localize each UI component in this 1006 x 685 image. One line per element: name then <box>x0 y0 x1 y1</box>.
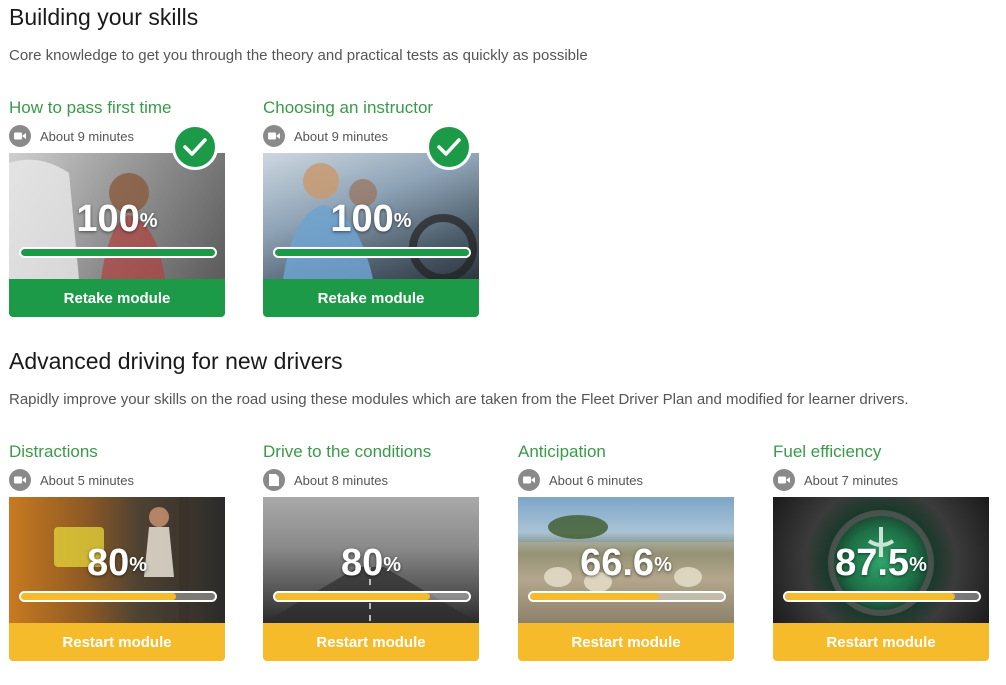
duration-text: About 5 minutes <box>40 472 134 488</box>
progress-bar <box>528 591 726 602</box>
module-duration: About 5 minutes <box>9 469 225 491</box>
module-duration: About 8 minutes <box>263 469 479 491</box>
module-card-how-to-pass: How to pass first time About 9 minutes 1… <box>9 97 225 317</box>
video-icon <box>9 125 31 147</box>
progress-bar-fill <box>785 593 955 600</box>
progress-bar <box>19 591 217 602</box>
restart-module-button[interactable]: Restart module <box>9 623 225 661</box>
video-icon <box>773 469 795 491</box>
module-thumbnail[interactable]: 80% <box>9 497 225 623</box>
progress-percent: 66.6% <box>580 542 672 584</box>
module-thumbnail[interactable]: 80% <box>263 497 479 623</box>
section-title-building-skills: Building your skills <box>9 4 199 30</box>
module-duration: About 6 minutes <box>518 469 734 491</box>
module-card-distractions: Distractions About 5 minutes 80% Restart… <box>9 441 225 661</box>
module-card-fuel-efficiency: Fuel efficiency About 7 minutes 87.5% Re… <box>773 441 989 661</box>
progress-bar <box>783 591 981 602</box>
module-title[interactable]: Fuel efficiency <box>773 441 989 463</box>
video-icon <box>9 469 31 491</box>
video-icon <box>518 469 540 491</box>
module-title[interactable]: Drive to the conditions <box>263 441 479 463</box>
restart-module-button[interactable]: Restart module <box>518 623 734 661</box>
module-card-drive-to-conditions: Drive to the conditions About 8 minutes … <box>263 441 479 661</box>
module-thumbnail[interactable]: 66.6% <box>518 497 734 623</box>
module-title[interactable]: Anticipation <box>518 441 734 463</box>
progress-bar <box>273 247 471 258</box>
section-title-advanced-driving: Advanced driving for new drivers <box>9 348 343 374</box>
progress-percent: 100% <box>330 198 412 240</box>
duration-text: About 6 minutes <box>549 472 643 488</box>
progress-bar-fill <box>275 593 431 600</box>
progress-percent: 100% <box>76 198 158 240</box>
progress-percent: 80% <box>340 542 402 584</box>
module-thumbnail[interactable]: 100% <box>9 153 225 279</box>
progress-bar-fill <box>21 249 215 256</box>
section-description-advanced-driving: Rapidly improve your skills on the road … <box>9 391 909 408</box>
module-duration: About 7 minutes <box>773 469 989 491</box>
module-title[interactable]: How to pass first time <box>9 97 225 119</box>
module-thumbnail[interactable]: 87.5% <box>773 497 989 623</box>
progress-bar <box>273 591 471 602</box>
duration-text: About 9 minutes <box>40 128 134 144</box>
retake-module-button[interactable]: Retake module <box>9 279 225 317</box>
progress-bar-fill <box>21 593 177 600</box>
module-thumbnail[interactable]: 100% <box>263 153 479 279</box>
module-title[interactable]: Distractions <box>9 441 225 463</box>
duration-text: About 8 minutes <box>294 472 388 488</box>
retake-module-button[interactable]: Retake module <box>263 279 479 317</box>
completed-check-icon <box>172 124 218 170</box>
completed-check-icon <box>426 124 472 170</box>
restart-module-button[interactable]: Restart module <box>263 623 479 661</box>
progress-bar <box>19 247 217 258</box>
progress-bar-fill <box>530 593 660 600</box>
progress-percent: 80% <box>86 542 148 584</box>
progress-percent: 87.5% <box>835 542 927 584</box>
progress-bar-fill <box>275 249 469 256</box>
document-icon <box>263 469 285 491</box>
restart-module-button[interactable]: Restart module <box>773 623 989 661</box>
section-description-building-skills: Core knowledge to get you through the th… <box>9 47 588 64</box>
video-icon <box>263 125 285 147</box>
module-card-anticipation: Anticipation About 6 minutes 66.6% Resta… <box>518 441 734 661</box>
duration-text: About 9 minutes <box>294 128 388 144</box>
module-title[interactable]: Choosing an instructor <box>263 97 479 119</box>
module-card-choosing-instructor: Choosing an instructor About 9 minutes 1… <box>263 97 479 317</box>
duration-text: About 7 minutes <box>804 472 898 488</box>
